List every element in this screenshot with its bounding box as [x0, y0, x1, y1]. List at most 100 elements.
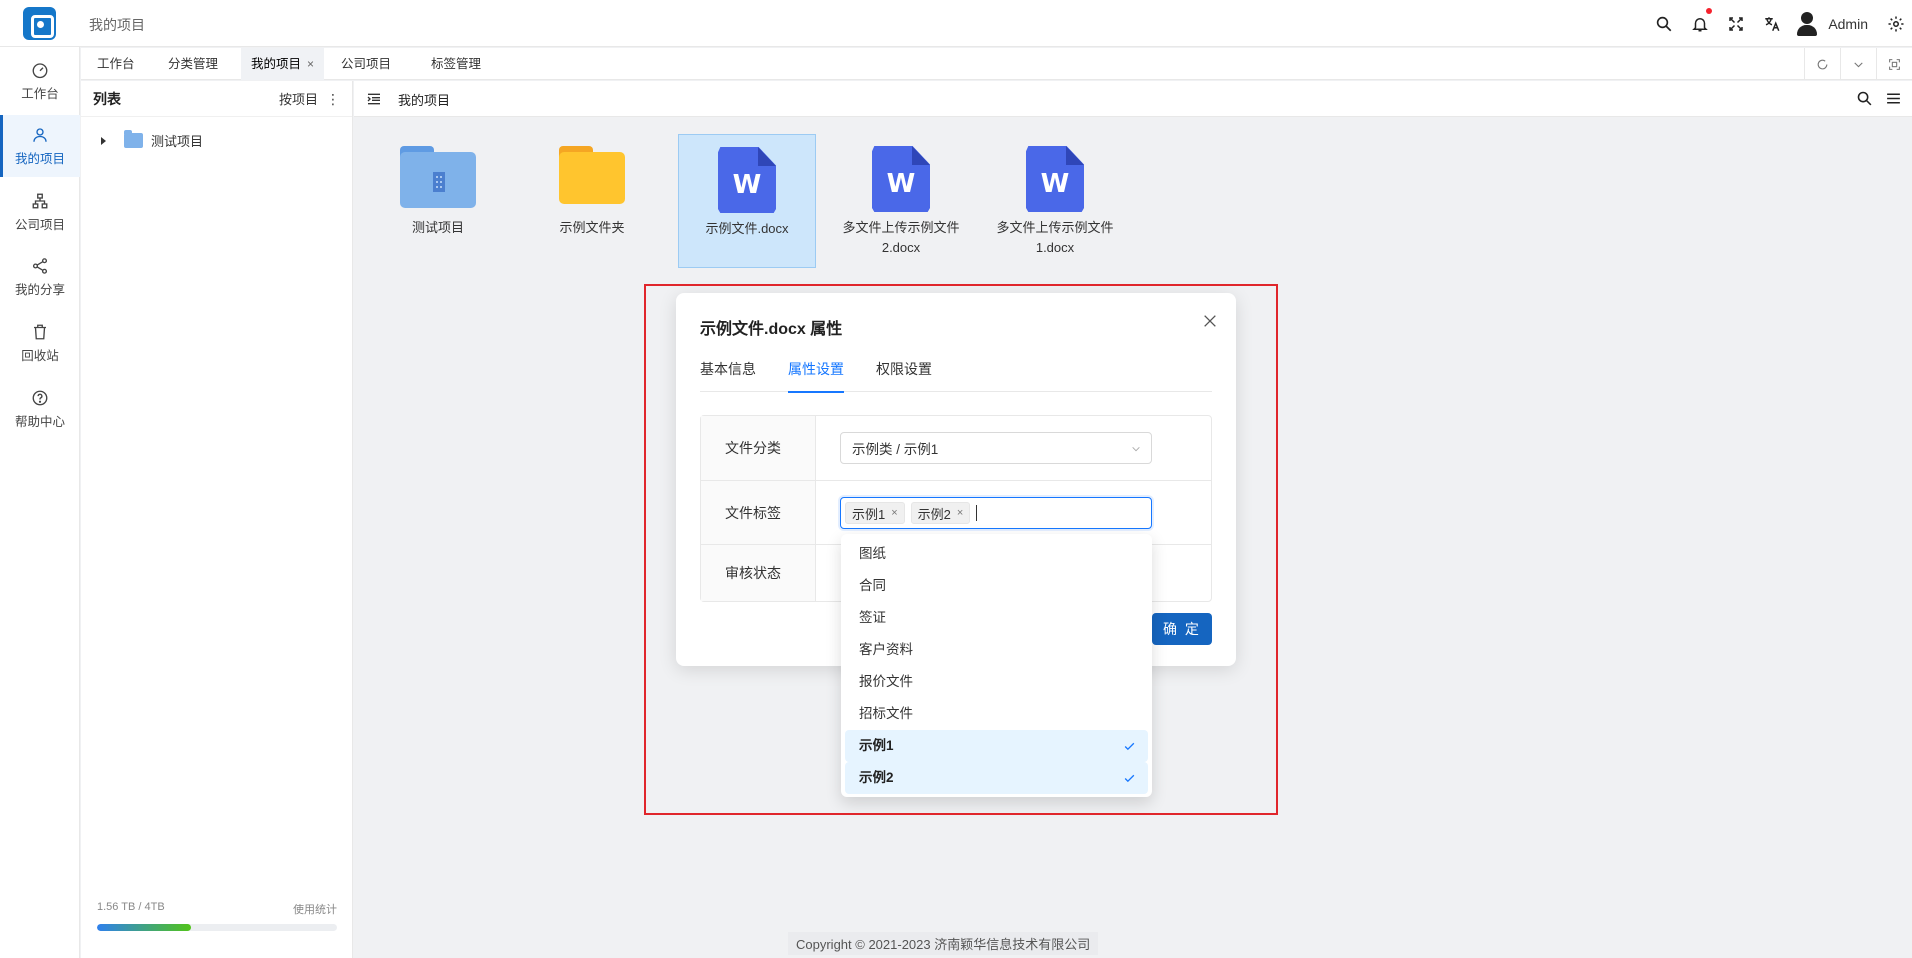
header-toolbar: Admin: [1646, 0, 1912, 47]
file-item-selected[interactable]: W 示例文件.docx: [678, 134, 816, 268]
translate-icon[interactable]: [1754, 0, 1790, 47]
sidebar-item-label: 公司项目: [14, 217, 65, 232]
project-tree-panel: 列表 按项目 ⋮ 测试项目 1.56 TB / 4TB 使用统计: [81, 81, 353, 958]
tab-label: 分类管理: [168, 57, 219, 71]
sidebar-item-label: 工作台: [21, 86, 59, 101]
maximize-icon[interactable]: [1876, 48, 1912, 80]
file-item[interactable]: W 多文件上传示例文件1.docx: [986, 134, 1124, 268]
tab-company-projects[interactable]: 公司项目: [331, 48, 401, 80]
sidebar-item-workbench[interactable]: 工作台: [0, 50, 80, 112]
sidebar-item-label: 我的分享: [14, 282, 65, 297]
user-menu[interactable]: Admin: [1796, 0, 1868, 47]
gear-icon[interactable]: [1880, 0, 1912, 47]
dialog-tabs: 基本信息 属性设置 权限设置: [700, 357, 1212, 393]
dialog-title: 示例文件.docx 属性: [700, 321, 843, 338]
file-item[interactable]: W 多文件上传示例文件2.docx: [832, 134, 970, 268]
app-logo[interactable]: [23, 7, 56, 40]
tab-my-projects[interactable]: 我的项目 ×: [241, 48, 325, 80]
dropdown-option[interactable]: 招标文件: [845, 698, 1148, 730]
sidebar-item-recycle-bin[interactable]: 回收站: [0, 312, 80, 374]
category-select[interactable]: 示例类 / 示例1: [840, 432, 1152, 464]
left-sidebar: 工作台 我的项目 公司项目 我的分享 回收站 帮助中心: [0, 47, 80, 958]
check-icon: [1124, 742, 1135, 751]
refresh-icon[interactable]: [1804, 48, 1840, 80]
storage-used-text: 1.56 TB / 4TB: [97, 901, 165, 913]
file-name: 测试项目: [411, 220, 464, 235]
tab-tag-management[interactable]: 标签管理: [421, 48, 491, 80]
word-document-icon: W: [1026, 146, 1084, 212]
check-icon: [1124, 774, 1135, 783]
page-tabs: 工作台 分类管理 我的项目 × 公司项目 标签管理: [81, 48, 1912, 80]
tag-chip: 示例1 ×: [845, 502, 905, 524]
top-header: 我的项目 Admin: [0, 0, 1912, 47]
file-name: 示例文件.docx: [705, 221, 789, 236]
more-options-icon[interactable]: ⋮: [326, 92, 340, 106]
tag-remove-icon[interactable]: ×: [891, 507, 897, 519]
sidebar-item-my-projects[interactable]: 我的项目: [0, 115, 80, 177]
close-icon[interactable]: ×: [307, 57, 314, 71]
dropdown-option[interactable]: 签证: [845, 602, 1148, 634]
trash-icon: [34, 324, 46, 339]
tab-attribute-settings[interactable]: 属性设置: [788, 357, 844, 393]
category-value: 示例类 / 示例1: [852, 442, 939, 457]
file-item[interactable]: 测试项目: [369, 134, 507, 268]
word-document-icon: W: [718, 147, 776, 213]
project-folder-icon: [124, 130, 143, 148]
tags-multiselect[interactable]: 示例1 × 示例2 ×: [840, 497, 1152, 529]
option-label: 示例1: [859, 738, 894, 753]
dropdown-option[interactable]: 报价文件: [845, 666, 1148, 698]
menu-fold-icon[interactable]: [366, 91, 382, 107]
dropdown-option[interactable]: 客户资料: [845, 634, 1148, 666]
tab-workbench[interactable]: 工作台: [87, 48, 145, 80]
file-item[interactable]: 示例文件夹: [523, 134, 661, 268]
chevron-down-icon[interactable]: [1840, 48, 1876, 80]
tags-dropdown: 图纸 合同 签证 客户资料 报价文件 招标文件 示例1 示例2: [841, 534, 1152, 797]
user-name: Admin: [1828, 15, 1868, 32]
dropdown-option-selected[interactable]: 示例2: [845, 762, 1148, 794]
tree-header: 列表 按项目 ⋮: [81, 81, 352, 117]
user-icon: [33, 127, 47, 142]
tag-label: 示例2: [917, 506, 951, 522]
sidebar-item-my-shares[interactable]: 我的分享: [0, 246, 80, 308]
tab-label: 工作台: [97, 57, 135, 71]
dropdown-option-selected[interactable]: 示例1: [845, 730, 1148, 762]
confirm-button[interactable]: 确 定: [1152, 613, 1212, 645]
tag-chip: 示例2 ×: [910, 502, 971, 524]
tab-basic-info[interactable]: 基本信息: [700, 357, 756, 392]
folder-icon: [559, 146, 625, 208]
tag-label: 示例1: [852, 506, 886, 522]
dashboard-icon: [32, 62, 48, 78]
tree-title: 列表: [93, 90, 121, 107]
close-icon[interactable]: [1202, 313, 1218, 329]
category-label: 文件分类: [701, 416, 816, 480]
sort-by-project-button[interactable]: 按项目: [279, 89, 318, 108]
tabbar-controls: [1804, 48, 1912, 80]
file-name: 示例文件夹: [559, 220, 625, 235]
tab-label: 公司项目: [341, 57, 392, 71]
expand-caret-icon[interactable]: [101, 136, 106, 145]
tab-category-management[interactable]: 分类管理: [158, 48, 228, 80]
review-status-label: 审核状态: [701, 545, 816, 601]
sidebar-item-company-projects[interactable]: 公司项目: [0, 181, 80, 243]
tag-remove-icon[interactable]: ×: [957, 507, 963, 519]
sidebar-item-help-center[interactable]: 帮助中心: [0, 378, 80, 440]
dropdown-option[interactable]: 合同: [845, 570, 1148, 602]
file-name: 多文件上传示例文件2.docx: [842, 220, 960, 255]
search-icon[interactable]: [1646, 0, 1682, 47]
dropdown-option[interactable]: 图纸: [845, 538, 1148, 570]
search-icon[interactable]: [1856, 90, 1873, 107]
sidebar-item-label: 回收站: [21, 348, 59, 363]
tree-node-label: 测试项目: [151, 134, 204, 149]
list-menu-icon[interactable]: [1885, 90, 1902, 107]
storage-progress-fill: [97, 924, 191, 931]
project-folder-icon: [400, 146, 476, 208]
tree-node-test-project[interactable]: 测试项目: [101, 130, 204, 150]
bell-icon[interactable]: [1682, 0, 1718, 47]
header-title: 我的项目: [89, 17, 145, 33]
sidebar-item-label: 我的项目: [14, 151, 65, 166]
usage-stats-link[interactable]: 使用统计: [293, 901, 337, 917]
tab-permission-settings[interactable]: 权限设置: [876, 357, 932, 392]
fullscreen-icon[interactable]: [1718, 0, 1754, 47]
storage-progress-bar: [97, 924, 337, 931]
text-cursor: [976, 505, 978, 521]
